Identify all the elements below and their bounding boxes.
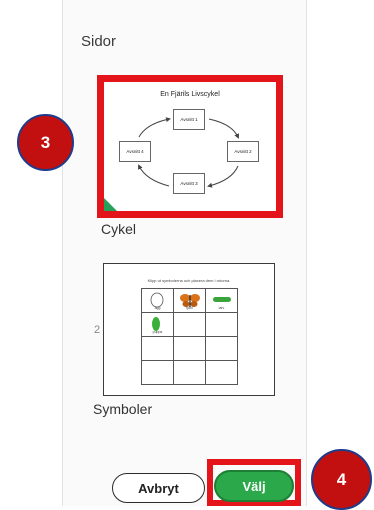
choose-button[interactable]: Välj [214,470,294,502]
page-thumbnail-cykel[interactable]: En Fjärils Livscykel Avsnitt 1 Avsnitt 2… [97,75,283,218]
egg-icon [150,292,164,308]
grid-cell-label: ägg [154,306,161,310]
grid-cell-butterfly: fjäril [174,289,206,313]
slide-title: Klipp ut symbolerna och placera dem i ru… [147,278,231,283]
grid-cell-caterpillar: larv [206,289,238,313]
grid-cell-label: puppa [152,330,163,334]
pages-panel: Sidor En Fjärils Livscykel Avsnitt 1 Avs… [62,0,307,506]
cancel-button[interactable]: Avbryt [112,473,205,503]
grid-cell-egg: ägg [142,289,174,313]
selected-corner-icon [104,198,117,211]
grid-cell-empty [142,361,174,385]
page-thumbnail-symboler[interactable]: Klipp ut symbolerna och placera dem i ru… [103,263,275,396]
grid-cell-label: larv [218,306,225,310]
grid-cell-pupa: puppa [142,313,174,337]
cycle-arrows [138,117,240,188]
grid-cell-empty [174,313,206,337]
grid-cell-empty [174,337,206,361]
grid-cell-empty [174,361,206,385]
grid-cell-empty [206,337,238,361]
grid-cell-empty [206,361,238,385]
butterfly-icon [180,294,200,307]
grid-cell-empty [206,313,238,337]
step-badge-4: 4 [311,449,372,510]
panel-title: Sidor [81,33,117,50]
grid-cell-label: fjäril [186,306,193,310]
page-label-cykel: Cykel [101,221,137,237]
grid-cell-empty [142,337,174,361]
caterpillar-icon [213,297,231,302]
page-number-2: 2 [94,324,101,336]
step-badge-3: 3 [17,114,74,171]
symbol-grid: ägg fjäril larv puppa [141,288,238,385]
page-label-symboler: Symboler [93,401,153,417]
